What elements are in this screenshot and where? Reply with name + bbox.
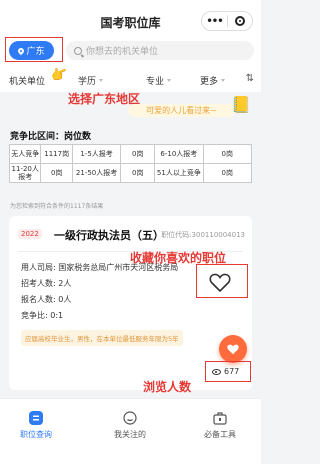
filter-education[interactable]: 学历 [78, 74, 104, 87]
heart-filled-icon [227, 344, 239, 355]
filter-department[interactable]: 机关单位 [9, 74, 45, 87]
floating-action-button[interactable] [219, 335, 247, 363]
views-highlight-box [205, 361, 251, 382]
table-cell: 0岗 [40, 163, 73, 183]
favorite-highlight-box [196, 264, 248, 298]
filter-label: 机关单位 [9, 77, 46, 87]
tab-label: 我关注的 [114, 430, 146, 439]
table-cell: 11-20人报考 [8, 163, 42, 183]
filter-bar: 机关单位 学历 专业 更多 ⇅ [0, 66, 261, 92]
sort-icon[interactable]: ⇅ [246, 73, 254, 84]
toolbox-icon [213, 412, 227, 425]
table-cell: 1-5人报考 [71, 144, 122, 164]
job-requirement: 应届高校毕业生，男性，在本单位最低服务年限为5年 [21, 330, 183, 346]
target-icon [234, 16, 245, 26]
nav-bar: 国考职位库 ••• [0, 0, 261, 36]
job-competition-ratio: 竞争比: 0:1 [21, 311, 64, 320]
more-menu-button[interactable]: ••• [202, 16, 227, 27]
tab-tools[interactable]: 必备工具 [180, 411, 260, 440]
filter-label: 专业 [146, 77, 165, 87]
table-cell: 0岗 [202, 144, 253, 164]
table-cell: 0岗 [120, 163, 156, 183]
mini-program-capsule: ••• [201, 11, 253, 31]
annotation-select-region: 选择广东地区 [68, 92, 141, 106]
annotation-views: 浏览人数 [143, 380, 192, 394]
job-recruit-count: 招考人数: 2人 [21, 279, 72, 288]
book-sticker: 📒 [231, 95, 251, 114]
bottom-tab-bar: 职位查询 我关注的 必备工具 [0, 398, 261, 464]
caret-down-icon [167, 79, 172, 82]
job-title: 一级行政执法员（五） [54, 229, 164, 242]
ratio-section-title: 竞争比区间：岗位数 [10, 132, 92, 142]
job-applied-count: 报名人数: 0人 [21, 295, 72, 304]
table-cell: 51人以上竞争 [154, 163, 204, 183]
table-row: 11-20人报考 0岗 21-50人报考 0岗 51人以上竞争 0岗 [8, 163, 253, 183]
filter-label: 学历 [78, 77, 97, 87]
tab-label: 职位查询 [20, 430, 52, 439]
year-badge: 2022 [18, 229, 42, 239]
job-code: 职位代码:300110004013 [161, 231, 245, 239]
filter-more[interactable]: 更多 [200, 74, 226, 87]
caret-down-icon [221, 79, 226, 82]
result-count: 为您检索到符合条件的1117条结果 [10, 203, 104, 210]
table-cell: 0岗 [120, 144, 156, 164]
smile-icon [123, 411, 137, 425]
tab-label: 必备工具 [204, 430, 236, 439]
table-cell: 无人竞争 [8, 144, 42, 164]
tip-bubble: 可爱的人儿看过来~ [128, 104, 235, 117]
caret-down-icon [99, 79, 104, 82]
table-cell: 21-50人报考 [71, 163, 122, 183]
ratio-table: 无人竞争 1117岗 1-5人报考 0岗 6-10人报考 0岗 11-20人报考… [8, 144, 253, 183]
search-icon [74, 46, 82, 55]
filter-label: 更多 [200, 77, 219, 87]
region-highlight-box [5, 37, 63, 62]
filter-major[interactable]: 专业 [146, 74, 172, 87]
table-row: 无人竞争 1117岗 1-5人报考 0岗 6-10人报考 0岗 [8, 144, 253, 164]
table-cell: 1117岗 [40, 144, 73, 164]
search-placeholder: 你想去的机关单位 [86, 47, 159, 57]
tab-job-search[interactable]: 职位查询 [0, 411, 76, 440]
close-mini-program-button[interactable] [228, 16, 252, 26]
table-cell: 6-10人报考 [154, 144, 204, 164]
tab-my-follows[interactable]: 我关注的 [90, 411, 170, 440]
table-cell: 0岗 [202, 163, 253, 183]
job-search-icon [29, 411, 43, 425]
search-input[interactable]: 你想去的机关单位 [66, 41, 254, 60]
